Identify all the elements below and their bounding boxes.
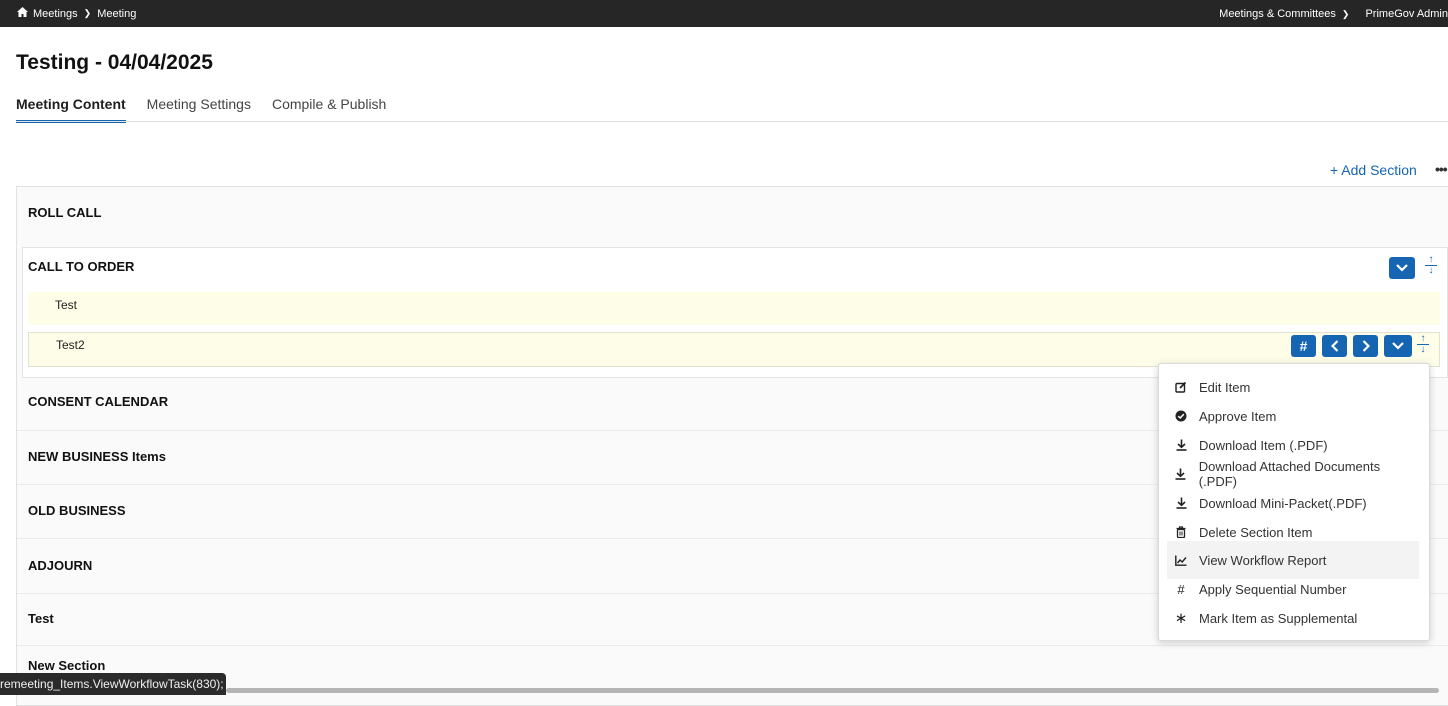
divider: [17, 645, 1448, 646]
download-icon: [1171, 468, 1191, 480]
meetings-committees-menu[interactable]: Meetings & Committees: [1219, 8, 1336, 20]
trash-icon: [1171, 526, 1191, 538]
tabs-divider: [16, 121, 1448, 122]
download-icon: [1171, 497, 1191, 509]
item-label: Test: [55, 298, 78, 312]
top-nav-bar: Meetings ❯ Meeting Meetings & Committees…: [0, 0, 1448, 27]
chart-line-icon: [1171, 555, 1191, 566]
home-icon[interactable]: [17, 7, 28, 20]
tab-meeting-settings[interactable]: Meeting Settings: [147, 96, 251, 123]
section-adjourn[interactable]: ADJOURN: [28, 558, 92, 573]
tab-compile-publish[interactable]: Compile & Publish: [272, 96, 386, 123]
horizontal-scrollbar[interactable]: [226, 688, 1439, 693]
number-button[interactable]: #: [1291, 335, 1316, 357]
tab-meeting-content[interactable]: Meeting Content: [16, 96, 126, 123]
tab-bar: Meeting Content Meeting Settings Compile…: [16, 96, 386, 123]
hash-icon: #: [1177, 581, 1185, 597]
section-collapse-button[interactable]: [1389, 257, 1415, 279]
item-dropdown-button[interactable]: [1384, 335, 1412, 357]
chevron-down-icon: [1396, 264, 1408, 272]
chevron-right-icon: ❯: [83, 8, 92, 18]
item-context-menu: Edit Item Approve Item Download Item (.P…: [1158, 363, 1430, 641]
menu-item-label: Mark Item as Supplemental: [1199, 610, 1358, 626]
menu-item-label: Edit Item: [1199, 379, 1251, 395]
menu-item-label: Delete Section Item: [1199, 524, 1313, 540]
edit-icon: [1171, 381, 1191, 393]
move-right-button[interactable]: [1353, 335, 1378, 357]
menu-item-label: Apply Sequential Number: [1199, 581, 1347, 597]
menu-item-label: View Workflow Report: [1199, 552, 1327, 568]
list-item[interactable]: Test2: [28, 332, 1440, 367]
section-roll-call[interactable]: ROLL CALL: [28, 205, 101, 220]
section-consent-calendar[interactable]: CONSENT CALENDAR: [28, 394, 168, 409]
breadcrumb-current: Meeting: [97, 7, 137, 20]
move-section-icon[interactable]: ↑ ↓: [1425, 255, 1437, 276]
move-left-button[interactable]: [1322, 335, 1347, 357]
menu-item-label: Download Item (.PDF): [1199, 437, 1328, 453]
page-title: Testing - 04/04/2025: [16, 51, 213, 74]
item-label: Test2: [56, 338, 85, 352]
menu-item-label: Download Mini-Packet(.PDF): [1199, 495, 1367, 511]
chevron-down-icon[interactable]: ❯: [1342, 9, 1350, 20]
chevron-left-icon: [1330, 340, 1338, 352]
chevron-right-icon: [1362, 340, 1370, 352]
status-bar-link-preview: remeeting_Items.ViewWorkflowTask(830);: [0, 673, 226, 695]
list-item[interactable]: Test: [28, 292, 1440, 325]
section-new-business[interactable]: NEW BUSINESS Items: [28, 449, 166, 464]
chevron-down-icon: [1392, 342, 1404, 350]
user-menu[interactable]: PrimeGov Admin: [1365, 8, 1448, 20]
section-call-to-order[interactable]: CALL TO ORDER: [28, 259, 134, 274]
section-old-business[interactable]: OLD BUSINESS: [28, 503, 126, 518]
breadcrumb: Meetings ❯ Meeting: [17, 7, 136, 20]
asterisk-icon: ∗: [1174, 610, 1188, 627]
section-test[interactable]: Test: [28, 611, 54, 626]
more-options-icon[interactable]: •••: [1435, 161, 1448, 177]
section-new-section[interactable]: New Section: [28, 658, 105, 673]
move-item-icon[interactable]: ↑ ↓: [1417, 334, 1429, 355]
breadcrumb-meetings-link[interactable]: Meetings: [33, 8, 78, 20]
check-circle-icon: [1171, 410, 1191, 422]
menu-item-label: Approve Item: [1199, 408, 1277, 424]
download-icon: [1171, 439, 1191, 451]
add-section-button[interactable]: + Add Section: [1330, 162, 1417, 178]
menu-item-mark-supplemental[interactable]: ∗ Mark Item as Supplemental: [1167, 599, 1419, 637]
